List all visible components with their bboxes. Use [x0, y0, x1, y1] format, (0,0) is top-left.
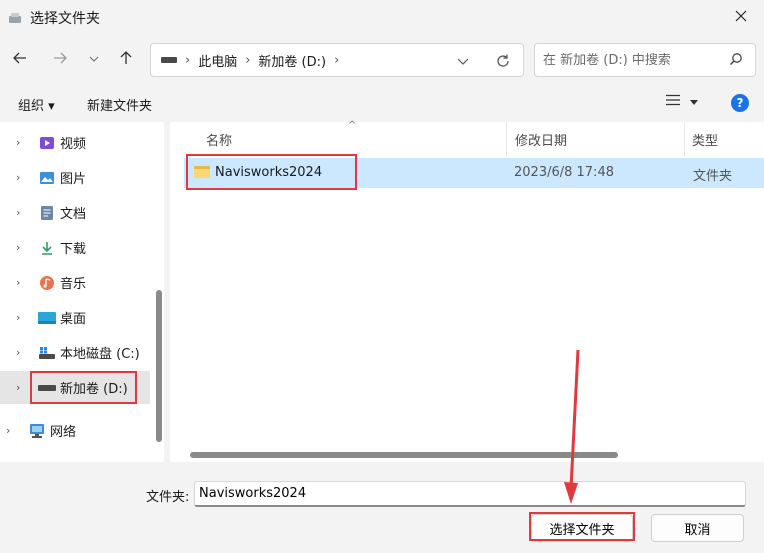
- chevron-right-icon: ›: [16, 311, 21, 324]
- sort-ascending-icon: ^: [348, 120, 357, 131]
- new-folder-button[interactable]: 新建文件夹: [87, 95, 152, 114]
- navigation-bar: › 此电脑 › 新加卷 (D:) ›: [0, 40, 764, 80]
- column-header-type[interactable]: 类型: [692, 122, 718, 156]
- sidebar-item-videos[interactable]: › 视频: [0, 126, 150, 159]
- list-view-icon: [666, 94, 680, 110]
- column-header-modified[interactable]: 修改日期: [515, 122, 567, 156]
- chevron-right-icon: ›: [16, 276, 21, 289]
- drive-icon: [38, 344, 56, 362]
- sidebar-item-local-disk-c[interactable]: › 本地磁盘 (C:): [0, 336, 150, 369]
- title-bar: 选择文件夹: [0, 0, 764, 36]
- arrow-left-icon: [12, 50, 28, 70]
- download-icon: [38, 239, 56, 257]
- folder-label: 文件夹:: [146, 490, 190, 505]
- file-name: Navisworks2024: [215, 165, 323, 180]
- column-divider[interactable]: [506, 122, 507, 156]
- chevron-right-icon: ›: [16, 381, 21, 394]
- address-dropdown-button[interactable]: [453, 51, 473, 71]
- video-icon: [38, 134, 56, 152]
- horizontal-scrollbar-thumb[interactable]: [190, 452, 618, 458]
- chevron-right-icon: ›: [16, 136, 21, 149]
- select-folder-button[interactable]: 选择文件夹: [531, 514, 633, 542]
- file-type: 文件夹: [693, 169, 733, 184]
- cancel-button[interactable]: 取消: [651, 514, 744, 542]
- organize-button[interactable]: 组织 ▾: [18, 95, 55, 114]
- sidebar-item-label: 网络: [50, 425, 77, 440]
- chevron-right-icon: ›: [16, 346, 21, 359]
- back-button[interactable]: [6, 46, 34, 74]
- breadcrumb-drive-d[interactable]: 新加卷 (D:): [258, 51, 326, 70]
- sidebar-item-label: 本地磁盘 (C:): [60, 347, 140, 362]
- pictures-icon: [38, 169, 56, 187]
- address-bar[interactable]: › 此电脑 › 新加卷 (D:) ›: [150, 43, 524, 77]
- breadcrumb-separator: ›: [245, 52, 251, 68]
- column-header-name[interactable]: 名称: [206, 122, 232, 156]
- arrow-up-icon: [118, 50, 134, 70]
- breadcrumb-this-pc[interactable]: 此电脑: [198, 51, 237, 70]
- desktop-icon: [38, 309, 56, 327]
- navigation-pane-scrollbar[interactable]: [154, 122, 164, 462]
- file-modified: 2023/6/8 17:48: [514, 165, 614, 180]
- document-icon: [38, 204, 56, 222]
- navigation-pane: › 视频 › 图片 › 文档 › 下载 › 音乐 › 桌面 › 本地磁盘 (C:…: [0, 122, 164, 462]
- chevron-down-icon: [690, 95, 698, 110]
- dialog-app-icon: [6, 9, 24, 27]
- sidebar-item-label: 图片: [60, 172, 87, 187]
- sidebar-item-network[interactable]: › 网络: [0, 414, 140, 447]
- scrollbar-thumb[interactable]: [156, 290, 162, 442]
- help-button[interactable]: ?: [731, 94, 749, 112]
- refresh-icon: [497, 54, 509, 67]
- sidebar-item-label: 下载: [60, 242, 87, 257]
- up-button[interactable]: [112, 46, 140, 74]
- forward-button[interactable]: [46, 46, 74, 74]
- breadcrumb-separator: ›: [185, 52, 191, 68]
- chevron-right-icon: ›: [6, 424, 11, 437]
- drive-icon: [38, 379, 56, 397]
- close-icon: [735, 10, 747, 26]
- sidebar-item-label: 文档: [60, 207, 87, 222]
- refresh-button[interactable]: [493, 51, 513, 71]
- chevron-down-icon: [457, 58, 469, 65]
- sidebar-item-label: 新加卷 (D:): [60, 382, 128, 397]
- search-icon: [729, 52, 743, 70]
- sidebar-item-label: 音乐: [60, 277, 87, 292]
- folder-icon: [194, 166, 210, 178]
- sidebar-item-desktop[interactable]: › 桌面: [0, 301, 150, 334]
- file-list-pane: 名称 ^ 修改日期 类型 Navisworks2024 2023/6/8 17:…: [170, 120, 764, 462]
- search-box[interactable]: [534, 43, 756, 77]
- column-divider[interactable]: [684, 122, 685, 156]
- chevron-right-icon: ›: [16, 206, 21, 219]
- close-button[interactable]: [718, 0, 764, 36]
- sidebar-item-pictures[interactable]: › 图片: [0, 161, 150, 194]
- sidebar-item-documents[interactable]: › 文档: [0, 196, 150, 229]
- command-bar: 组织 ▾ 新建文件夹 ?: [0, 86, 764, 120]
- sidebar-item-downloads[interactable]: › 下载: [0, 231, 150, 264]
- chevron-right-icon: ›: [16, 241, 21, 254]
- sidebar-item-new-volume-d[interactable]: › 新加卷 (D:): [0, 371, 150, 404]
- window-title: 选择文件夹: [30, 11, 100, 27]
- chevron-down-icon: [89, 53, 99, 68]
- chevron-right-icon: ›: [16, 171, 21, 184]
- annotation-arrow-icon: [564, 349, 580, 504]
- drive-icon: [161, 57, 177, 63]
- breadcrumb-separator: ›: [334, 52, 340, 68]
- network-icon: [28, 422, 46, 440]
- table-row[interactable]: Navisworks2024 2023/6/8 17:48 文件夹: [184, 158, 764, 188]
- arrow-right-icon: [52, 50, 68, 70]
- music-icon: [38, 274, 56, 292]
- search-input[interactable]: [543, 52, 723, 68]
- dialog-footer: 文件夹: 选择文件夹 取消: [0, 462, 764, 553]
- folder-name-input[interactable]: [194, 481, 746, 507]
- sidebar-item-label: 视频: [60, 137, 87, 152]
- sidebar-item-label: 桌面: [60, 312, 87, 327]
- view-options-button[interactable]: [666, 94, 698, 110]
- sidebar-item-music[interactable]: › 音乐: [0, 266, 150, 299]
- recent-locations-button[interactable]: [80, 46, 108, 74]
